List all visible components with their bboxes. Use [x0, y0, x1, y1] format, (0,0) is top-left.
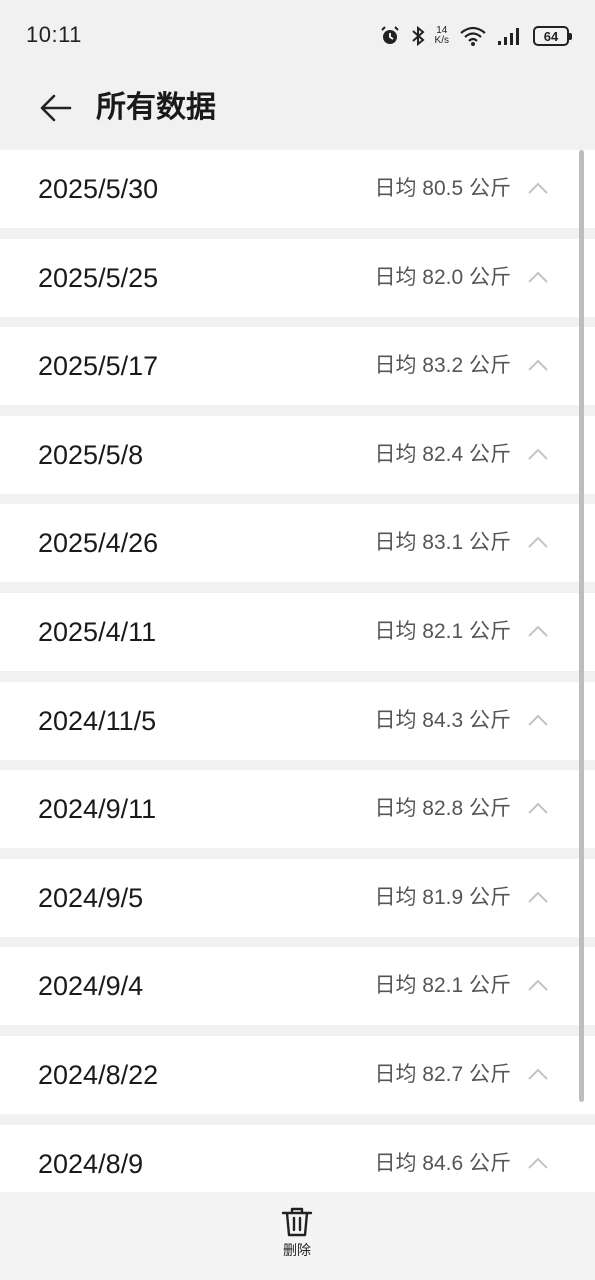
list-item[interactable]: 2024/9/4 日均 82.1 公斤 [0, 947, 595, 1026]
battery-indicator: 64 [533, 26, 572, 46]
chevron-up-icon [528, 271, 548, 283]
delete-button[interactable]: 删除 [267, 1206, 327, 1266]
item-daily-average: 日均 84.6 公斤 [374, 1151, 511, 1175]
chevron-up-icon [528, 1157, 548, 1169]
item-daily-average: 日均 82.7 公斤 [374, 1062, 511, 1086]
chevron-up-icon [528, 802, 548, 814]
bluetooth-icon [411, 25, 425, 47]
item-daily-average: 日均 80.5 公斤 [374, 177, 511, 200]
item-daily-average: 日均 81.9 公斤 [374, 885, 511, 909]
list-item[interactable]: 2025/5/8 日均 82.4 公斤 [0, 415, 595, 494]
list-item[interactable]: 2024/8/22 日均 82.7 公斤 [0, 1035, 595, 1114]
delete-label: 删除 [283, 1242, 311, 1258]
item-date: 2024/9/11 [38, 794, 157, 825]
back-button[interactable] [36, 88, 76, 128]
chevron-up-icon [528, 1068, 548, 1080]
list-item[interactable]: 2024/9/5 日均 81.9 公斤 [0, 858, 595, 937]
item-date: 2025/5/17 [38, 351, 159, 382]
trash-icon [281, 1207, 313, 1237]
item-daily-average: 日均 82.1 公斤 [374, 974, 511, 998]
network-speed: 14 K/s [435, 26, 449, 46]
item-daily-average: 日均 84.3 公斤 [374, 708, 511, 732]
list-item[interactable]: 2024/11/5 日均 84.3 公斤 [0, 681, 595, 760]
item-date: 2024/9/5 [38, 882, 144, 913]
chevron-up-icon [528, 979, 548, 992]
item-date: 2025/5/8 [38, 439, 144, 470]
scrollbar[interactable] [579, 150, 584, 1102]
item-daily-average: 日均 83.2 公斤 [374, 354, 511, 378]
status-time: 10:11 [26, 22, 82, 47]
arrow-left-icon [40, 94, 72, 122]
item-daily-average: 日均 82.4 公斤 [374, 442, 511, 466]
item-daily-average: 日均 82.0 公斤 [374, 265, 511, 289]
chevron-up-icon [528, 536, 548, 549]
page-title: 所有数据 [96, 91, 216, 124]
chevron-up-icon [528, 359, 548, 371]
list-item[interactable]: 2025/4/11 日均 82.1 公斤 [0, 592, 595, 671]
item-date: 2024/8/22 [38, 1059, 159, 1090]
item-date: 2025/4/11 [38, 616, 157, 647]
chevron-up-icon [528, 448, 548, 460]
list-item[interactable]: 2024/9/11 日均 82.8 公斤 [0, 770, 595, 849]
list-item[interactable]: 2024/8/9 日均 84.6 公斤 [0, 1124, 595, 1203]
alarm-icon [379, 25, 401, 47]
bottom-bar: 删除 [0, 1192, 595, 1280]
chevron-up-icon [528, 182, 548, 194]
net-speed-unit: K/s [434, 35, 449, 46]
wifi-icon [459, 25, 487, 47]
item-date: 2024/11/5 [38, 705, 157, 736]
list-item[interactable]: 2025/5/17 日均 83.2 公斤 [0, 327, 595, 406]
item-daily-average: 日均 82.1 公斤 [374, 619, 511, 643]
data-list: 2025/5/30 日均 80.5 公斤 2025/5/25 日均 82.0 公… [0, 150, 595, 1213]
item-date: 2024/8/9 [38, 1148, 144, 1179]
item-date: 2025/5/30 [38, 174, 159, 204]
chevron-up-icon [528, 891, 548, 903]
list-item[interactable]: 2025/4/26 日均 83.1 公斤 [0, 504, 595, 583]
item-daily-average: 日均 83.1 公斤 [374, 531, 511, 555]
item-daily-average: 日均 82.8 公斤 [374, 797, 511, 821]
item-date: 2024/9/4 [38, 971, 144, 1002]
header: 所有数据 [0, 70, 595, 150]
chevron-up-icon [528, 714, 548, 726]
item-date: 2025/4/26 [38, 528, 159, 559]
list-item[interactable]: 2025/5/30 日均 80.5 公斤 [0, 150, 595, 228]
chevron-up-icon [528, 625, 548, 637]
signal-icon [497, 26, 523, 46]
list-item[interactable]: 2025/5/25 日均 82.0 公斤 [0, 238, 595, 317]
status-icons: 14 K/s 64 [379, 22, 572, 50]
item-date: 2025/5/25 [38, 262, 159, 293]
status-bar: 10:11 14 K/s 64 [0, 0, 595, 70]
